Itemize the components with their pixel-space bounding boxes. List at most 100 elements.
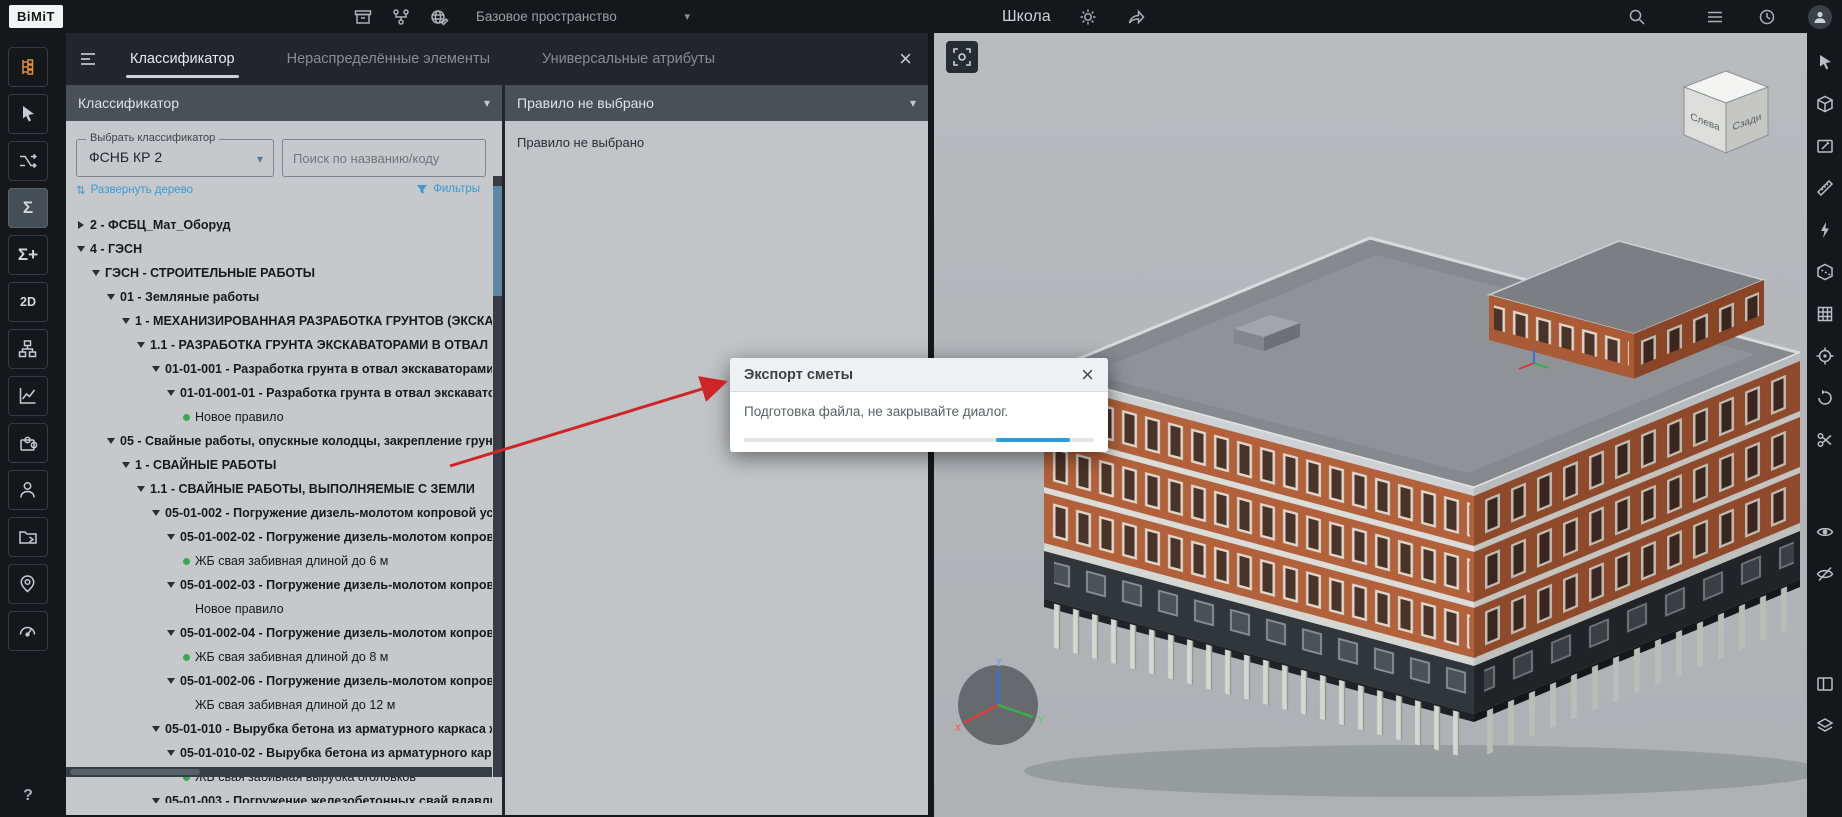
tree-item[interactable]: ЖБ свая забивная длиной до 12 м	[66, 693, 492, 717]
nav-charts[interactable]	[8, 376, 48, 416]
tab-universal-attributes[interactable]: Универсальные атрибуты	[516, 33, 741, 85]
select-tool-button[interactable]	[1812, 49, 1838, 75]
tree-item[interactable]: 05-01-010 - Вырубка бетона из арматурног…	[66, 717, 492, 741]
nav-users[interactable]	[8, 470, 48, 510]
expand-tree-link[interactable]: ⇅ Развернуть дерево	[76, 183, 193, 197]
tree-item[interactable]: Новое правило	[66, 405, 492, 429]
tree-toggle-icon[interactable]	[149, 798, 163, 803]
panel-menu-icon[interactable]	[74, 52, 104, 66]
tree-toggle-icon[interactable]	[104, 294, 118, 300]
nav-user-location[interactable]	[8, 564, 48, 604]
tree-item[interactable]: 05-01-002 - Погружение дизель-молотом ко…	[66, 501, 492, 525]
orbit-rotate-button[interactable]	[1812, 385, 1838, 411]
tree-item[interactable]: 01-01-001-01 - Разработка грунта в отвал…	[66, 381, 492, 405]
section-box-button[interactable]	[1812, 259, 1838, 285]
side-panel-button[interactable]	[1812, 671, 1838, 697]
tree-toggle-icon[interactable]	[164, 630, 178, 636]
nav-model-structure[interactable]	[8, 47, 48, 87]
model-cube-button[interactable]	[1812, 91, 1838, 117]
tree-item[interactable]: 01-01-001 - Разработка грунта в отвал эк…	[66, 357, 492, 381]
tree-item[interactable]: 05-01-010-02 - Вырубка бетона из арматур…	[66, 741, 492, 765]
help-button[interactable]: ?	[0, 787, 56, 805]
tree-toggle-icon[interactable]	[134, 342, 148, 348]
scrollbar-thumb[interactable]	[493, 186, 502, 296]
nav-links-shuffle[interactable]	[8, 141, 48, 181]
tree-vertical-scrollbar[interactable]	[493, 176, 502, 777]
app-logo[interactable]: BiMiT	[9, 5, 63, 28]
share-icon[interactable]	[1125, 6, 1147, 28]
nav-export-folder[interactable]	[8, 517, 48, 557]
classifier-select[interactable]: Выбрать классификатор ФСНБ КР 2 ▾	[76, 139, 274, 177]
tree-item[interactable]: 1 - СВАЙНЫЕ РАБОТЫ	[66, 453, 492, 477]
nav-estimates-sigma[interactable]: Σ	[8, 188, 48, 228]
classifier-header-dropdown[interactable]: Классификатор ▾	[66, 85, 502, 121]
tree-item[interactable]: 05-01-002-02 - Погружение дизель-молотом…	[66, 525, 492, 549]
tree-toggle-icon[interactable]	[104, 438, 118, 444]
tree-item[interactable]: 05-01-003 - Погружение железобетонных св…	[66, 789, 492, 803]
show-elements-button[interactable]	[1812, 519, 1838, 545]
nav-plugins-puzzle[interactable]	[8, 423, 48, 463]
view-cube[interactable]: Слева Сзади	[1678, 67, 1774, 159]
tree-toggle-icon[interactable]	[89, 270, 103, 276]
scrollbar-thumb[interactable]	[70, 769, 200, 775]
close-panel-icon[interactable]: ×	[899, 48, 912, 70]
markup-tool-button[interactable]	[1812, 133, 1838, 159]
tree-toggle-icon[interactable]	[119, 318, 133, 324]
tree-toggle-icon[interactable]	[149, 366, 163, 372]
rule-header-dropdown[interactable]: Правило не выбрано ▾	[505, 85, 928, 121]
tree-toggle-icon[interactable]	[119, 462, 133, 468]
section-cut-button[interactable]	[1812, 427, 1838, 453]
tab-unassigned-elements[interactable]: Нераспределённые элементы	[261, 33, 516, 85]
history-clock-icon[interactable]	[1756, 6, 1778, 28]
search-icon[interactable]	[1626, 6, 1648, 28]
gear-icon[interactable]	[1077, 6, 1099, 28]
tree-item[interactable]: 1 - МЕХАНИЗИРОВАННАЯ РАЗРАБОТКА ГРУНТОВ …	[66, 309, 492, 333]
globe-edit-icon[interactable]	[428, 6, 450, 28]
nav-select-tool[interactable]	[8, 94, 48, 134]
tree-toggle-icon[interactable]	[74, 221, 88, 229]
measure-ruler-button[interactable]	[1812, 175, 1838, 201]
tree-toggle-icon[interactable]	[149, 726, 163, 732]
filters-link[interactable]: Фильтры	[416, 183, 480, 195]
tree-toggle-icon[interactable]	[149, 510, 163, 516]
quick-measure-button[interactable]	[1812, 217, 1838, 243]
tree-item[interactable]: 4 - ГЭСН	[66, 237, 492, 261]
grid-plan-button[interactable]	[1812, 301, 1838, 327]
nav-2d-view[interactable]: 2D	[8, 282, 48, 322]
tree-item[interactable]: 1.1 - РАЗРАБОТКА ГРУНТА ЭКСКАВАТОРАМИ В …	[66, 333, 492, 357]
nav-dashboard-gauge[interactable]	[8, 611, 48, 651]
tree-item[interactable]: ЖБ свая забивная длиной до 8 м	[66, 645, 492, 669]
tree-toggle-icon[interactable]	[74, 246, 88, 252]
axis-gizmo[interactable]: Z X Y	[948, 651, 1048, 751]
tree-item[interactable]: 1.1 - СВАЙНЫЕ РАБОТЫ, ВЫПОЛНЯЕМЫЕ С ЗЕМЛ…	[66, 477, 492, 501]
tree-toggle-icon[interactable]	[164, 750, 178, 756]
tree-item[interactable]: 01 - Земляные работы	[66, 285, 492, 309]
search-input[interactable]	[283, 140, 485, 176]
tree-toggle-icon[interactable]	[164, 534, 178, 540]
tree-item[interactable]: Новое правило	[66, 597, 492, 621]
tree-toggle-icon[interactable]	[164, 582, 178, 588]
tree-item[interactable]: ГЭСН - СТРОИТЕЛЬНЫЕ РАБОТЫ	[66, 261, 492, 285]
tree-item[interactable]: ЖБ свая забивная длиной до 6 м	[66, 549, 492, 573]
tree-toggle-icon[interactable]	[134, 486, 148, 492]
tree-item[interactable]: 05 - Свайные работы, опускные колодцы, з…	[66, 429, 492, 453]
hide-elements-button[interactable]	[1812, 561, 1838, 587]
dialog-close-icon[interactable]: ×	[1081, 364, 1094, 386]
tree-horizontal-scrollbar[interactable]	[66, 767, 492, 777]
tree-toggle-icon[interactable]	[164, 678, 178, 684]
tab-classifier[interactable]: Классификатор	[104, 33, 261, 85]
layers-button[interactable]	[1812, 713, 1838, 739]
profile-avatar[interactable]	[1808, 5, 1832, 29]
tree-toggle-icon[interactable]	[164, 390, 178, 396]
workspace-selector[interactable]: Базовое пространство ▾	[476, 9, 690, 24]
menu-list-icon[interactable]	[1704, 6, 1726, 28]
target-focus-button[interactable]	[1812, 343, 1838, 369]
tree-item[interactable]: 05-01-002-03 - Погружение дизель-молотом…	[66, 573, 492, 597]
tree-item[interactable]: 05-01-002-04 - Погружение дизель-молотом…	[66, 621, 492, 645]
nav-estimates-add[interactable]: Σ+	[8, 235, 48, 275]
tree-item[interactable]: 2 - ФСБЦ_Мат_Оборуд	[66, 213, 492, 237]
tree-item[interactable]: 05-01-002-06 - Погружение дизель-молотом…	[66, 669, 492, 693]
focus-model-button[interactable]	[946, 41, 978, 73]
archive-box-icon[interactable]	[352, 6, 374, 28]
version-tree-icon[interactable]	[390, 6, 412, 28]
